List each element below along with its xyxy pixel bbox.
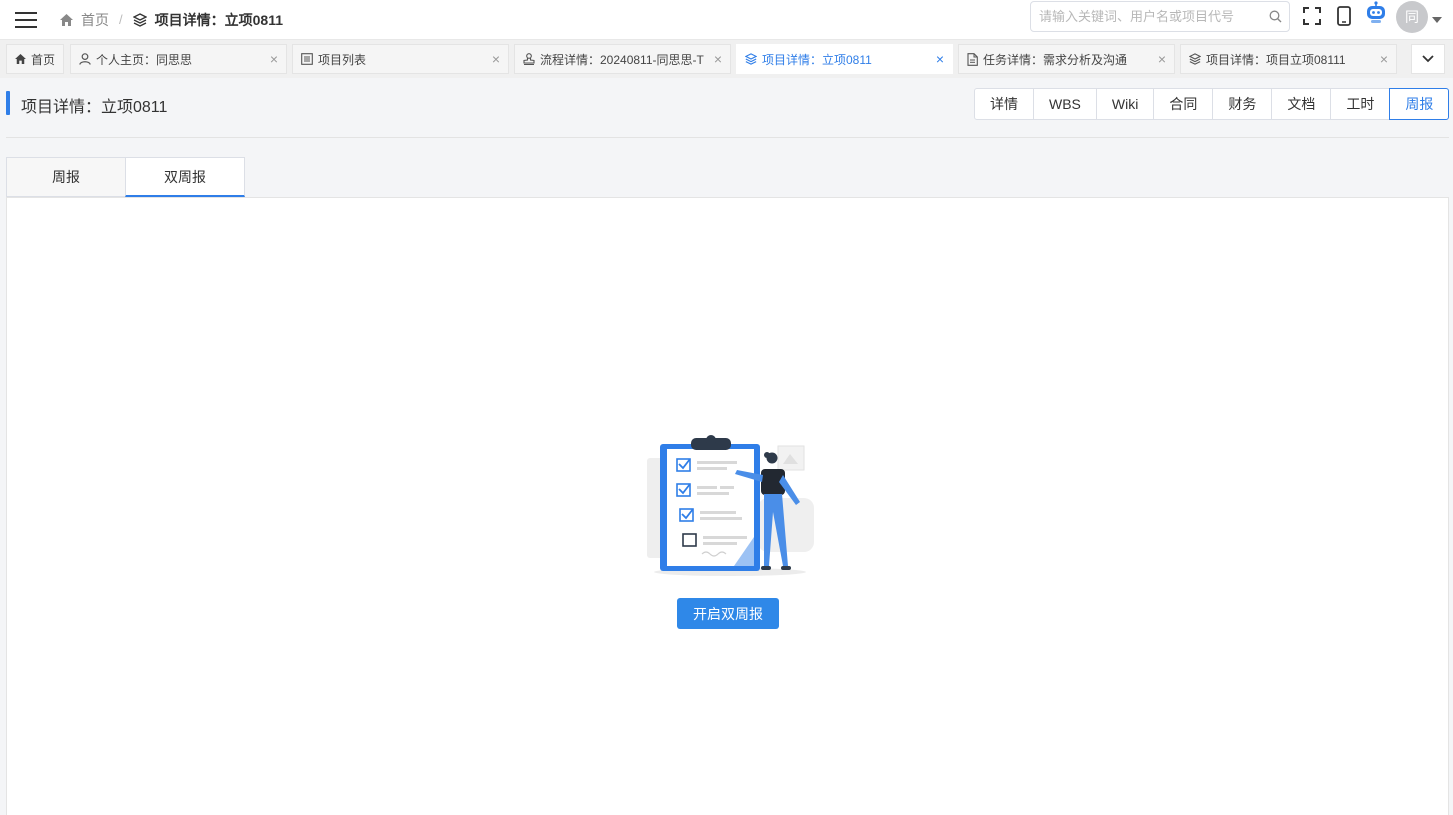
close-icon[interactable]: × [1158, 51, 1166, 67]
caret-down-icon[interactable] [1432, 11, 1442, 26]
tab-label: 任务详情：需求分析及沟通 [983, 52, 1128, 67]
menu-toggle-icon[interactable] [0, 0, 52, 40]
global-search [1030, 1, 1290, 32]
home-icon [15, 54, 26, 64]
tab-biweekly-report[interactable]: 双周报 [125, 157, 245, 197]
tab-label: 流程详情：20240811-同思思-T [540, 52, 704, 67]
breadcrumb-home-label: 首页 [81, 11, 109, 28]
start-biweekly-report-button[interactable]: 开启双周报 [677, 598, 779, 629]
layers-icon [745, 53, 757, 65]
breadcrumb-separator: / [119, 12, 123, 27]
close-icon[interactable]: × [714, 51, 722, 67]
section-contract[interactable]: 合同 [1153, 88, 1214, 120]
chevron-down-icon[interactable] [1411, 44, 1445, 74]
tab-label: 项目详情：项目立项08111 [1206, 52, 1346, 67]
tab-label: 项目列表 [318, 52, 367, 67]
layers-icon [1189, 53, 1201, 65]
header-divider [6, 137, 1449, 138]
mobile-icon[interactable] [1336, 4, 1352, 28]
title-accent-bar [6, 91, 10, 115]
tab-label: 首页 [31, 52, 55, 67]
tab-home[interactable]: 首页 [6, 44, 64, 74]
section-documents[interactable]: 文档 [1271, 88, 1332, 120]
tab-weekly-report[interactable]: 周报 [6, 157, 126, 197]
list-icon [301, 53, 313, 65]
section-details[interactable]: 详情 [974, 88, 1034, 120]
empty-state-illustration [642, 432, 822, 581]
file-icon [967, 52, 978, 66]
section-weekly-report[interactable]: 周报 [1389, 88, 1450, 120]
home-icon [60, 13, 73, 26]
tab-personal-home[interactable]: 个人主页：同思思 × [70, 44, 287, 74]
close-icon[interactable]: × [936, 51, 944, 67]
tab-task-detail[interactable]: 任务详情：需求分析及沟通 × [958, 44, 1175, 74]
breadcrumb: 首页 / 项目详情：立项0811 [60, 0, 283, 40]
tab-project-list[interactable]: 项目列表 × [292, 44, 509, 74]
tab-label: 个人主页：同思思 [96, 52, 193, 67]
search-icon[interactable] [1261, 10, 1289, 23]
section-finance[interactable]: 财务 [1212, 88, 1273, 120]
close-icon[interactable]: × [492, 51, 500, 67]
tab-project-detail-2[interactable]: 项目详情：项目立项08111 × [1180, 44, 1397, 74]
fullscreen-icon[interactable] [1302, 4, 1322, 28]
tab-project-detail-active[interactable]: 项目详情：立项0811 × [736, 44, 953, 74]
layers-icon [132, 12, 147, 27]
stamp-icon [523, 53, 535, 65]
breadcrumb-current-label: 项目详情：立项0811 [154, 11, 283, 28]
tab-process-detail[interactable]: 流程详情：20240811-同思思-T × [514, 44, 731, 74]
close-icon[interactable]: × [270, 51, 278, 67]
breadcrumb-current: 项目详情：立项0811 [132, 10, 283, 30]
section-worktime[interactable]: 工时 [1330, 88, 1391, 120]
page-title: 项目详情：立项0811 [21, 99, 168, 116]
section-wbs[interactable]: WBS [1033, 88, 1097, 120]
user-icon [79, 53, 91, 65]
open-tabs-bar: 首页 个人主页：同思思 × 项目列表 × 流程详情：20240811-同思思-T… [0, 40, 1453, 78]
tab-label: 项目详情：立项0811 [762, 52, 872, 67]
user-avatar[interactable]: 同 [1396, 1, 1428, 33]
close-icon[interactable]: × [1380, 51, 1388, 67]
search-input[interactable] [1031, 2, 1261, 31]
section-wiki[interactable]: Wiki [1095, 88, 1155, 120]
robot-assistant-icon[interactable] [1364, 1, 1388, 25]
breadcrumb-home-link[interactable]: 首页 [60, 10, 109, 30]
section-switcher: 详情 WBS Wiki 合同 财务 文档 工时 周报 [974, 88, 1450, 120]
